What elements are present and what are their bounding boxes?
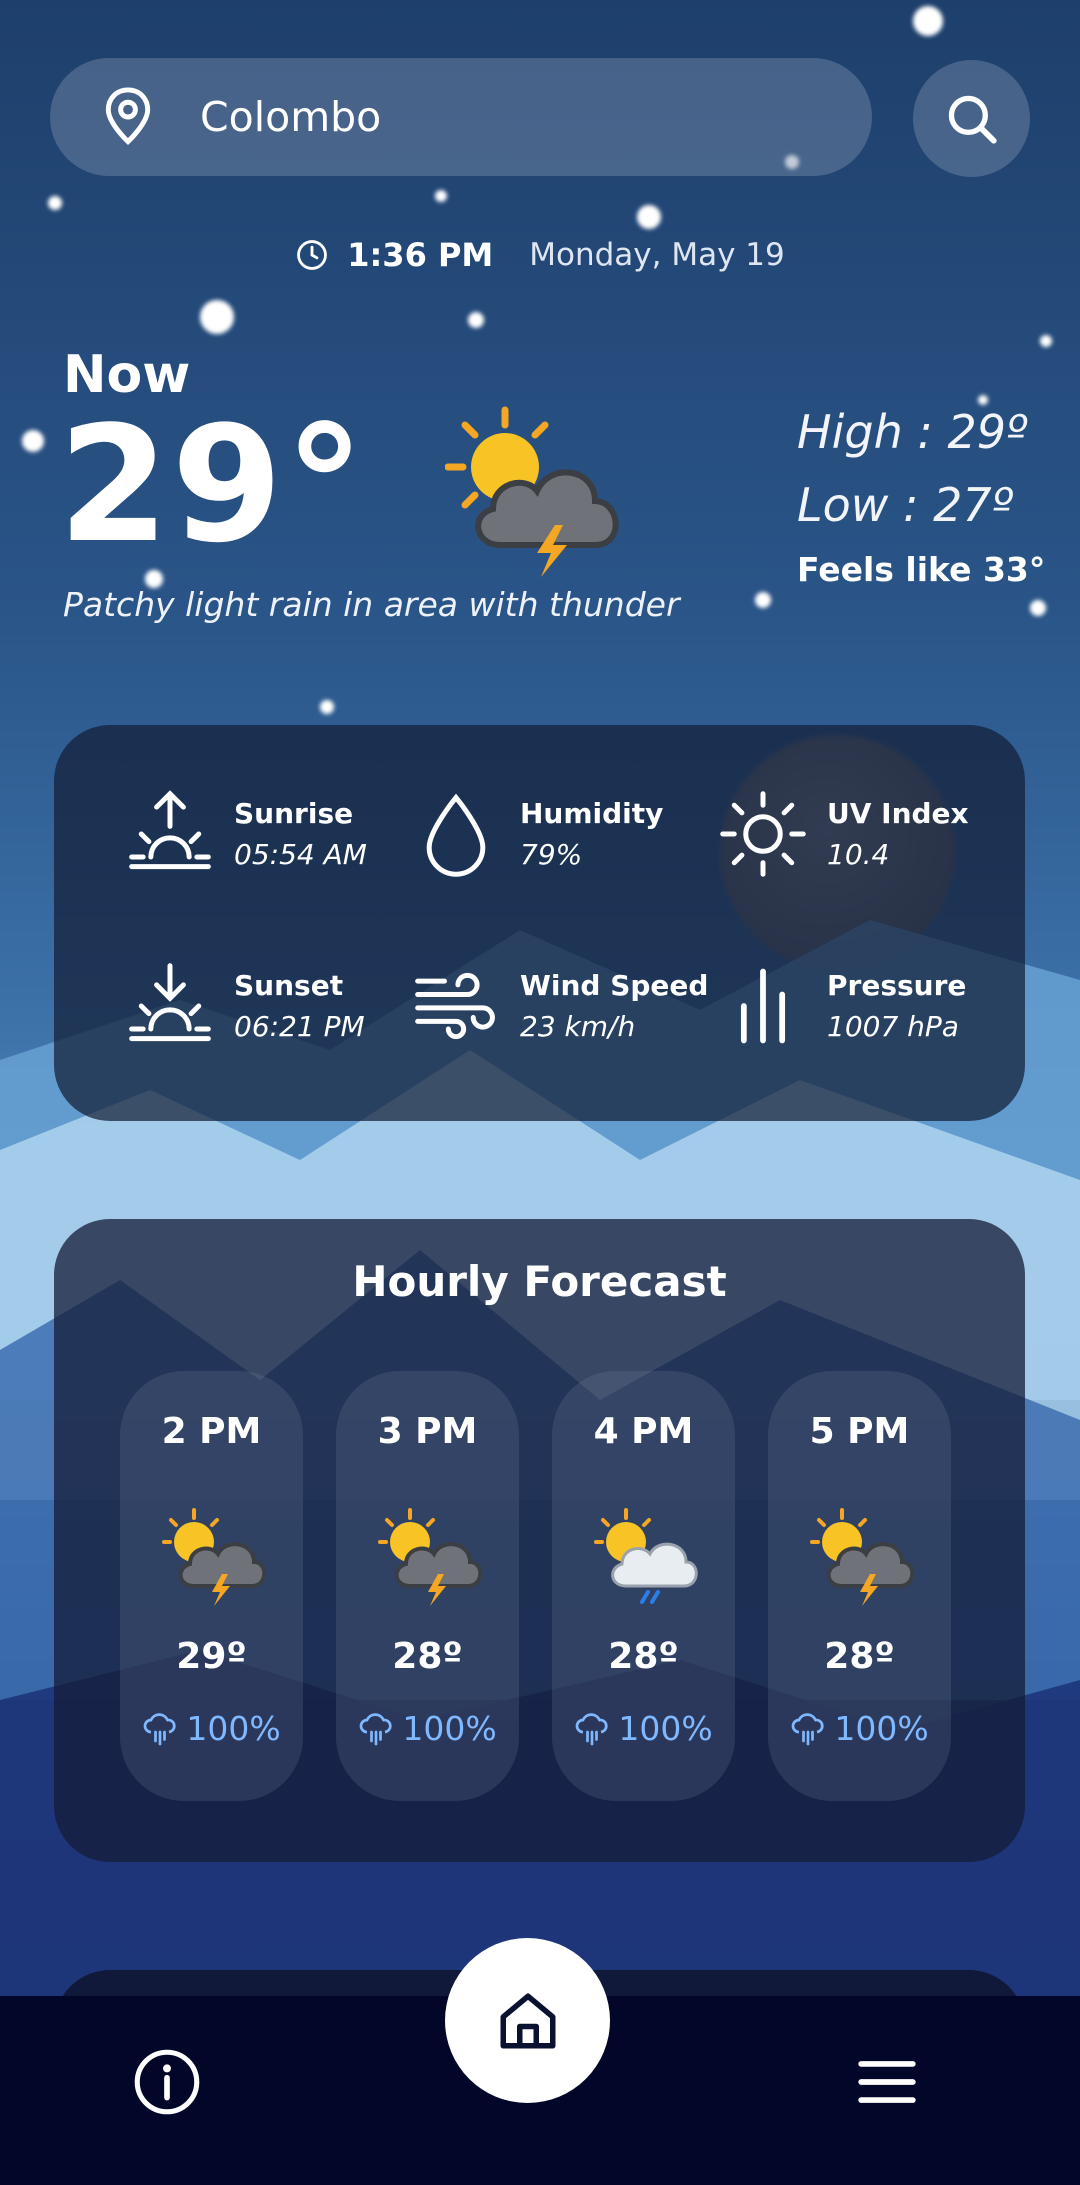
- sunrise-icon: [129, 790, 211, 870]
- detail-uv-index: UV Index 10.4: [717, 788, 969, 880]
- detail-label: UV Index: [827, 797, 969, 830]
- detail-value: 23 km/h: [520, 1010, 636, 1043]
- detail-sunrise: Sunrise 05:54 AM: [124, 788, 367, 880]
- current-time: 1:36 PM: [347, 236, 494, 274]
- detail-label: Pressure: [827, 969, 967, 1002]
- humidity-drop-icon: [426, 793, 486, 877]
- menu-icon[interactable]: [856, 2056, 918, 2108]
- hourly-rain-chance: 100%: [336, 1709, 519, 1748]
- sun-cloud-thunder-icon: [445, 406, 619, 577]
- wind-icon: [415, 972, 495, 1040]
- location-search-bar[interactable]: Colombo: [50, 58, 872, 176]
- search-button[interactable]: [913, 60, 1030, 177]
- info-icon[interactable]: [133, 2048, 201, 2116]
- hourly-item[interactable]: 4 PM 28º 100%: [552, 1371, 735, 1801]
- detail-wind-speed: Wind Speed 23 km/h: [410, 960, 708, 1052]
- hourly-chance-value: 100%: [186, 1709, 281, 1748]
- sunset-icon: [129, 963, 211, 1042]
- hourly-item[interactable]: 3 PM 28º 100%: [336, 1371, 519, 1801]
- detail-humidity: Humidity 79%: [410, 788, 663, 880]
- rain-cloud-icon: [791, 1712, 824, 1745]
- rain-cloud-icon: [575, 1712, 608, 1745]
- hourly-chance-value: 100%: [402, 1709, 497, 1748]
- home-icon: [500, 1993, 555, 2048]
- hourly-chance-value: 100%: [618, 1709, 713, 1748]
- detail-label: Humidity: [520, 797, 664, 830]
- rain-cloud-icon: [359, 1712, 392, 1745]
- detail-value: 10.4: [827, 838, 890, 871]
- detail-pressure: Pressure 1007 hPa: [717, 960, 966, 1052]
- detail-value: 06:21 PM: [234, 1010, 365, 1043]
- hourly-temp: 28º: [824, 1636, 895, 1677]
- location-pin-icon: [105, 87, 151, 145]
- detail-label: Sunrise: [234, 797, 354, 830]
- detail-label: Wind Speed: [520, 969, 709, 1002]
- sun-cloud-thunder-icon: [810, 1508, 914, 1606]
- clock-icon: [297, 240, 328, 270]
- hourly-temp: 28º: [392, 1636, 463, 1677]
- rain-cloud-icon: [143, 1712, 176, 1745]
- hourly-item[interactable]: 5 PM 28º 100%: [768, 1371, 951, 1801]
- hourly-temp: 29º: [176, 1636, 247, 1677]
- detail-value: 79%: [520, 838, 583, 871]
- hourly-forecast-card: Hourly Forecast 2 PM 29º 100% 3 PM 28º 1…: [54, 1219, 1025, 1862]
- hourly-time: 4 PM: [593, 1411, 694, 1452]
- low-temperature: Low : 27º: [797, 478, 1014, 532]
- sun-icon: [720, 791, 806, 877]
- hourly-title: Hourly Forecast: [352, 1257, 727, 1306]
- current-temperature: 29°: [58, 391, 367, 578]
- datetime-bar: 1:36 PM Monday, May 19: [0, 236, 1080, 274]
- detail-value: 1007 hPa: [827, 1010, 959, 1043]
- weather-details-card: Sunrise 05:54 AM Humidity 79% UV Index 1…: [54, 725, 1025, 1121]
- detail-value: 05:54 AM: [234, 838, 367, 871]
- current-date: Monday, May 19: [529, 237, 785, 273]
- sun-cloud-thunder-icon: [162, 1508, 266, 1606]
- hourly-chance-value: 100%: [834, 1709, 929, 1748]
- hourly-time: 2 PM: [161, 1411, 262, 1452]
- city-name: Colombo: [200, 93, 382, 141]
- hourly-rain-chance: 100%: [552, 1709, 735, 1748]
- hourly-rain-chance: 100%: [120, 1709, 303, 1748]
- hourly-time: 5 PM: [809, 1411, 910, 1452]
- sun-cloud-rain-icon: [594, 1508, 698, 1604]
- condition-text: Patchy light rain in area with thunder: [63, 585, 680, 624]
- home-button[interactable]: [445, 1938, 610, 2103]
- hourly-item[interactable]: 2 PM 29º 100%: [120, 1371, 303, 1801]
- hourly-temp: 28º: [608, 1636, 679, 1677]
- detail-sunset: Sunset 06:21 PM: [124, 960, 365, 1052]
- pressure-bars-icon: [740, 968, 786, 1044]
- detail-label: Sunset: [234, 969, 344, 1002]
- search-icon: [948, 95, 997, 144]
- hourly-time: 3 PM: [377, 1411, 478, 1452]
- sun-cloud-thunder-icon: [378, 1508, 482, 1606]
- high-temperature: High : 29º: [797, 405, 1028, 459]
- hourly-rain-chance: 100%: [768, 1709, 951, 1748]
- feels-like: Feels like 33°: [797, 550, 1046, 589]
